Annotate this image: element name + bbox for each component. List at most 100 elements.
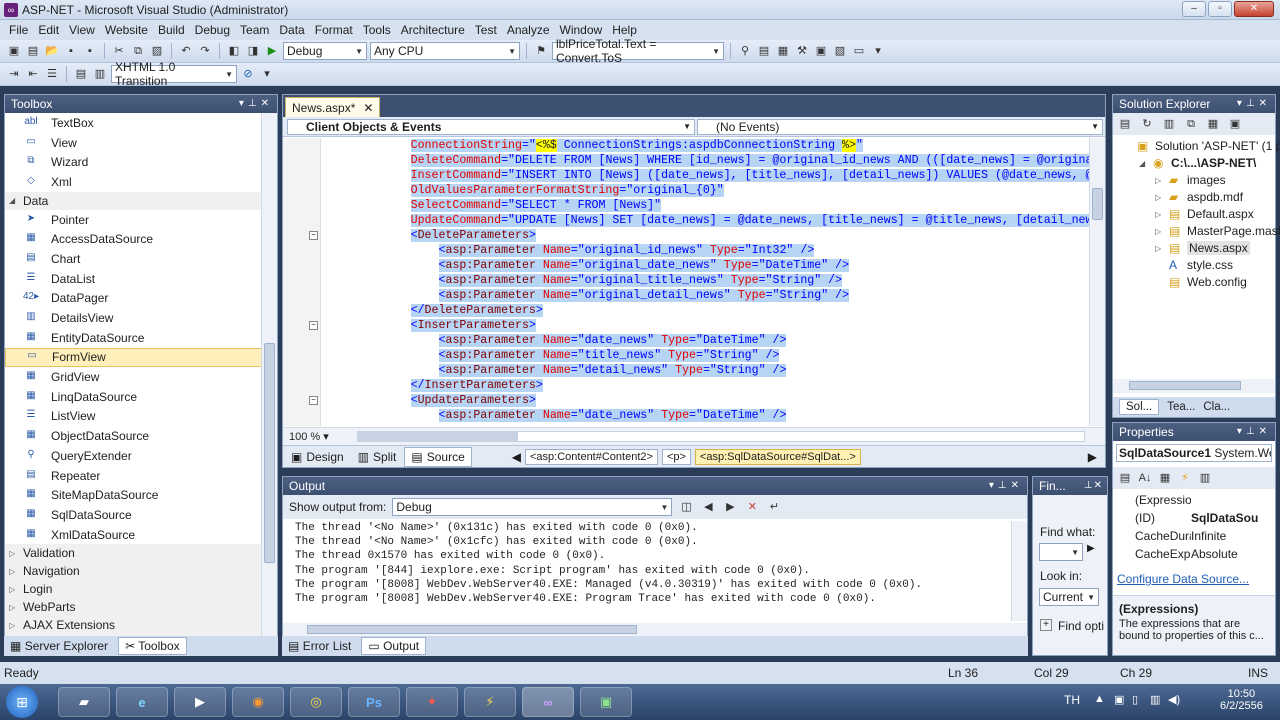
property-pages-icon[interactable]: ▦ (1157, 470, 1173, 486)
menu-item-test[interactable]: Test (470, 23, 502, 37)
window-position-icon[interactable]: ▾ (1237, 98, 1246, 109)
tab-solution-explorer[interactable]: Sol... (1119, 399, 1160, 415)
solution-item-web-config[interactable]: ▤ Web.config (1155, 275, 1247, 289)
add-item-icon[interactable]: ▤ (25, 43, 41, 59)
chevron-right-icon[interactable]: ▶ (1088, 450, 1097, 464)
collapse-icon[interactable]: − (309, 396, 318, 405)
toolbox-item-datalist[interactable]: ☰ DataList (5, 269, 263, 289)
menu-item-file[interactable]: File (4, 23, 33, 37)
find-next-icon[interactable]: ▶ (1087, 543, 1095, 554)
open-file-icon[interactable]: 📂 (44, 43, 60, 59)
toolbox-scrollbar[interactable] (261, 113, 277, 637)
menu-item-edit[interactable]: Edit (33, 23, 64, 37)
menu-item-view[interactable]: View (64, 23, 100, 37)
events-icon[interactable]: ⚡ (1177, 470, 1193, 486)
toolbox-item-formview[interactable]: ▭ FormView (5, 347, 263, 368)
menu-item-build[interactable]: Build (153, 23, 190, 37)
solution-platform-select[interactable]: Any CPU ▼ (370, 42, 520, 60)
solution-item-images[interactable]: ▷ ▰ images (1155, 173, 1226, 187)
toolbox-icon[interactable]: ⚒ (794, 43, 810, 59)
tab-team-explorer[interactable]: Tea... (1167, 401, 1195, 413)
toolbox-item-wizard[interactable]: ⧉ Wizard (5, 152, 263, 172)
show-all-files-icon[interactable]: ▥ (1161, 116, 1177, 132)
properties-icon[interactable]: ▤ (1117, 116, 1133, 132)
toolbox-scroll-thumb[interactable] (264, 343, 275, 563)
previous-message-icon[interactable]: ◀ (700, 499, 716, 515)
toolbox-item-view[interactable]: ▭ View (5, 133, 263, 153)
copy-icon[interactable]: ⧉ (130, 43, 146, 59)
tab-error-list[interactable]: ▤ Error List (288, 639, 351, 653)
find-combo[interactable]: lblPriceTotal.Text = Convert.ToS ▼ (552, 37, 724, 65)
clear-all-icon[interactable]: ✕ (744, 499, 760, 515)
volume-icon[interactable]: ◀) (1168, 693, 1180, 706)
toolbox-item-sitemapdatasource[interactable]: ▦ SiteMapDataSource (5, 485, 263, 505)
view-code-icon[interactable]: ▦ (1205, 116, 1221, 132)
design-view-button[interactable]: ▣ Design (285, 448, 350, 466)
tab-server-explorer[interactable]: ▦ Server Explorer (10, 639, 108, 653)
toolbox-item-xml[interactable]: ◇ Xml (5, 172, 263, 192)
copy-website-icon[interactable]: ⧉ (1183, 116, 1199, 132)
photoshop-taskbar-icon[interactable]: Ps (348, 687, 400, 717)
save-all-icon[interactable]: ▪ (82, 43, 98, 59)
menu-item-help[interactable]: Help (607, 23, 642, 37)
configure-data-source-link[interactable]: Configure Data Source... (1117, 572, 1249, 586)
solution-item-style-css[interactable]: Astyle.css (1155, 258, 1233, 272)
comment-icon[interactable]: ▤ (73, 66, 89, 82)
toolbar-options-icon[interactable]: ▾ (259, 66, 275, 82)
word-wrap-icon[interactable]: ↵ (766, 499, 782, 515)
toolbox-item-gridview[interactable]: ▦ GridView (5, 367, 263, 387)
solution-item-aspdb-mdf[interactable]: ▷ ▰ aspdb.mdf (1155, 190, 1243, 204)
toolbox-item-entitydatasource[interactable]: ▦ EntityDataSource (5, 328, 263, 348)
find-in-files-icon[interactable]: ⚑ (533, 43, 549, 59)
navigate-back-icon[interactable]: ◧ (226, 43, 242, 59)
refresh-icon[interactable]: ↻ (1139, 116, 1155, 132)
properties-object-select[interactable]: SqlDataSource1 System.We (1116, 444, 1272, 462)
pin-icon[interactable]: ⊥ (248, 98, 261, 109)
editor-hscroll-thumb[interactable] (358, 432, 518, 441)
menu-item-window[interactable]: Window (555, 23, 608, 37)
pin-icon[interactable]: ⊥ (1084, 480, 1094, 491)
maximize-button[interactable]: ▫ (1208, 1, 1232, 17)
menu-item-debug[interactable]: Debug (190, 23, 235, 37)
breadcrumb-sqldatasource[interactable]: <asp:SqlDataSource#SqlDat...> (694, 448, 861, 465)
solution-item-default-aspx[interactable]: ▷ ▤ Default.aspx (1155, 207, 1254, 221)
save-icon[interactable]: ▪ (63, 43, 79, 59)
zoom-select[interactable]: 100 % ▾ (289, 430, 329, 443)
editor-horizontal-scrollbar[interactable] (357, 431, 1085, 442)
tab-output[interactable]: ▭ Output (361, 637, 427, 655)
solution-item-masterpage-master[interactable]: ▷ ▤ MasterPage.master (1155, 224, 1280, 238)
code-area[interactable]: ConnectionString="<%$ ConnectionStrings:… (283, 138, 1089, 426)
next-message-icon[interactable]: ▶ (722, 499, 738, 515)
menu-item-analyze[interactable]: Analyze (502, 23, 555, 37)
breadcrumb-content[interactable]: <asp:Content#Content2> (525, 448, 658, 465)
toolbox-item-xmldatasource[interactable]: ▦ XmlDataSource (5, 525, 263, 545)
cut-icon[interactable]: ✂ (111, 43, 127, 59)
toolbox-item-linqdatasource[interactable]: ▦ LinqDataSource (5, 387, 263, 407)
menu-item-format[interactable]: Format (310, 23, 358, 37)
pin-icon[interactable]: ⊥ (1246, 98, 1259, 109)
expand-icon[interactable]: ▷ (1155, 210, 1165, 219)
window-position-icon[interactable]: ▾ (989, 480, 998, 491)
media-player-taskbar-icon[interactable]: ▶ (174, 687, 226, 717)
close-icon[interactable]: ✕ (261, 98, 273, 109)
expand-icon[interactable]: ▷ (1155, 244, 1165, 253)
output-horizontal-scrollbar[interactable] (283, 623, 1027, 637)
language-indicator[interactable]: TH (1064, 693, 1080, 707)
new-project-icon[interactable]: ▣ (6, 43, 22, 59)
minimize-button[interactable]: – (1182, 1, 1206, 17)
uncomment-icon[interactable]: ▥ (92, 66, 108, 82)
extension-manager-icon[interactable]: ▧ (832, 43, 848, 59)
toolbox-group-validation[interactable]: ▷ Validation (5, 544, 263, 563)
close-icon[interactable]: ✕ (1094, 480, 1103, 491)
find-message-icon[interactable]: ◫ (678, 499, 694, 515)
close-icon[interactable]: ✕ (1011, 480, 1023, 491)
menu-item-data[interactable]: Data (274, 23, 309, 37)
output-hscroll-thumb[interactable] (307, 625, 637, 634)
toolbox-group-data[interactable]: ◢ Data (5, 191, 263, 210)
close-icon[interactable]: ✕ (363, 101, 373, 115)
property-row[interactable]: (Expression (1113, 491, 1259, 509)
toolbox-item-pointer[interactable]: ➤ Pointer (5, 210, 263, 230)
solution-hscrollbar[interactable] (1113, 379, 1275, 393)
game-taskbar-icon[interactable]: ✦ (406, 687, 458, 717)
indent-icon[interactable]: ⇥ (6, 66, 22, 82)
